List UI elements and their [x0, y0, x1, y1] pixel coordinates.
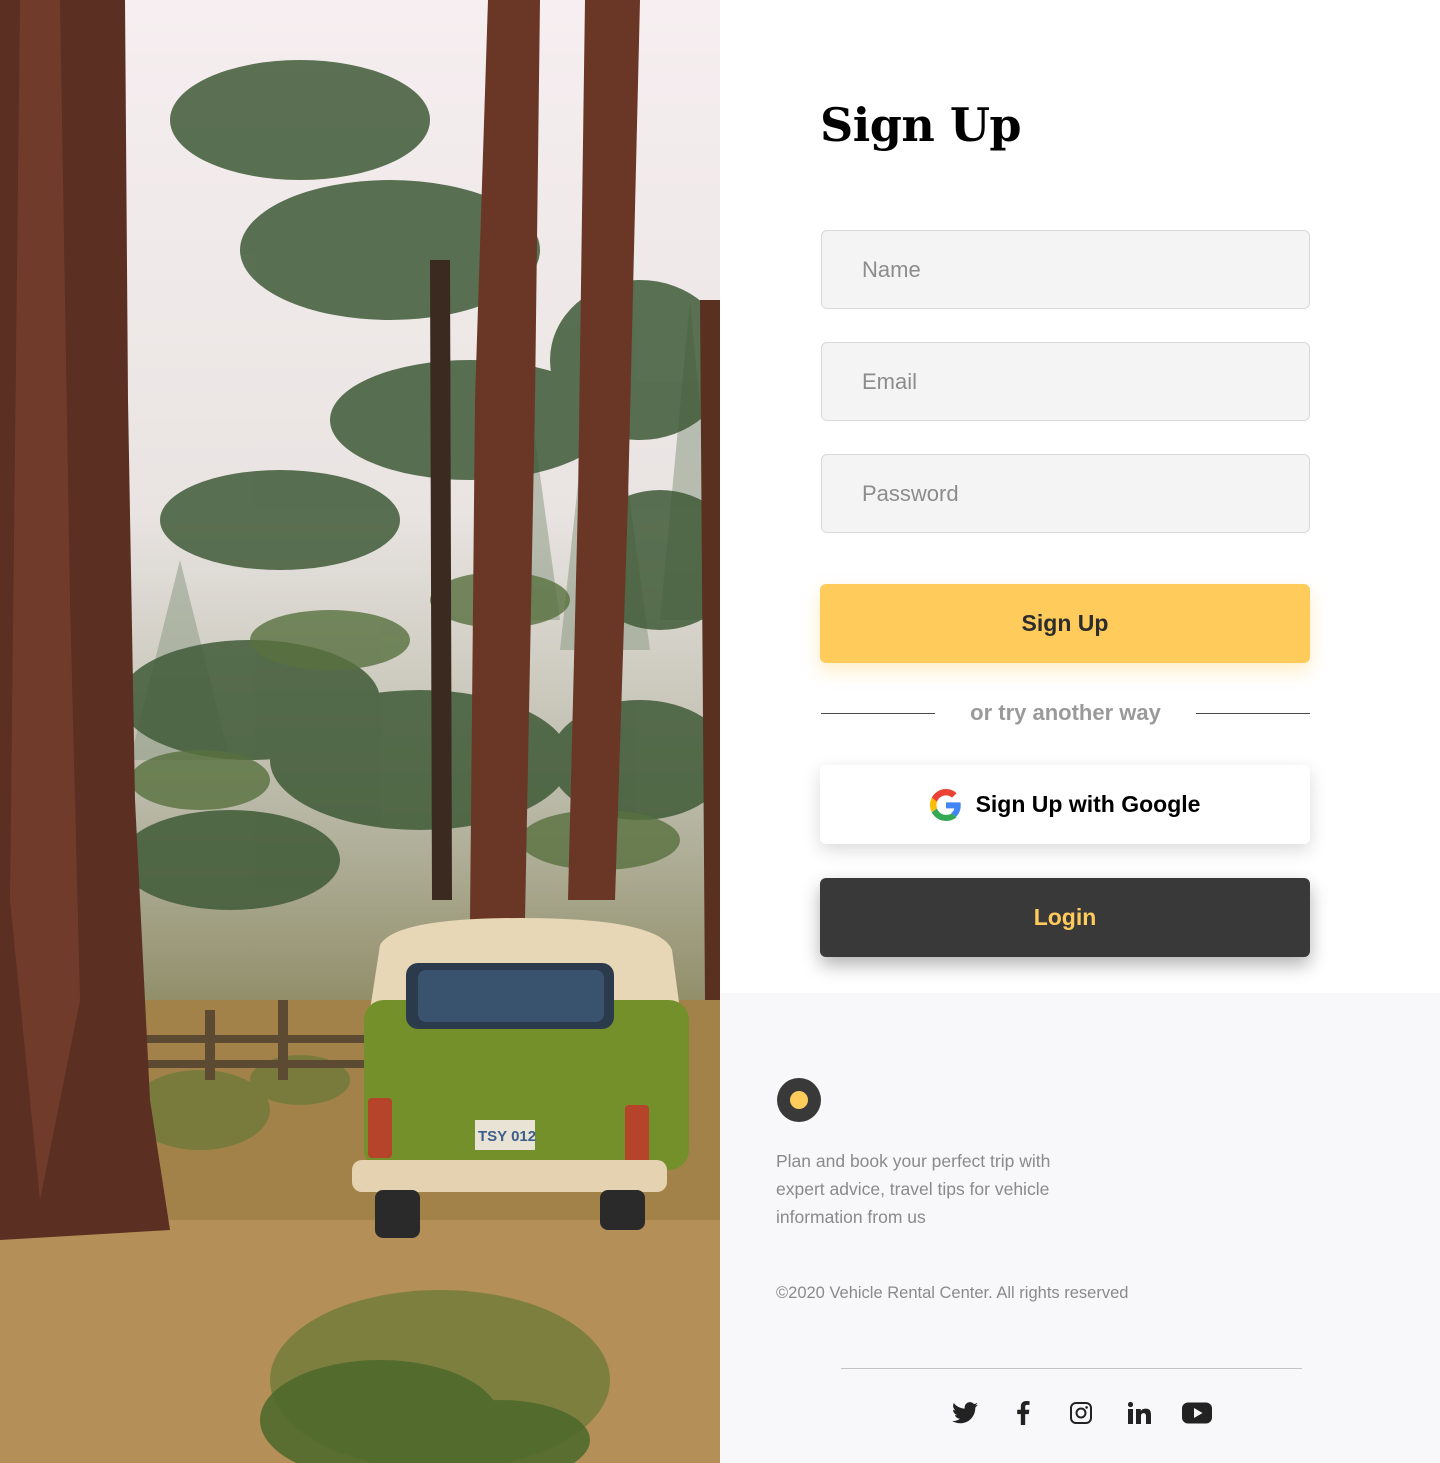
name-input[interactable] [822, 231, 1309, 308]
email-input[interactable] [822, 343, 1309, 420]
copyright-text: ©2020 Vehicle Rental Center. All rights … [776, 1284, 1129, 1302]
name-field-wrapper [821, 230, 1310, 309]
google-signup-button[interactable]: Sign Up with Google [820, 765, 1310, 844]
instagram-icon[interactable] [1065, 1397, 1097, 1429]
forest-van-illustration: TSY 012 [0, 0, 720, 1463]
footer-divider [841, 1368, 1302, 1369]
google-icon [929, 788, 962, 821]
hero-photo: TSY 012 [0, 0, 720, 1463]
youtube-icon[interactable] [1181, 1397, 1213, 1429]
google-button-label: Sign Up with Google [975, 791, 1201, 817]
footer: Plan and book your perfect trip with exp… [720, 993, 1440, 1463]
signup-button[interactable]: Sign Up [820, 584, 1310, 663]
footer-tagline: Plan and book your perfect trip with exp… [776, 1151, 1051, 1227]
password-field-wrapper [821, 454, 1310, 533]
social-links [720, 1397, 1440, 1429]
facebook-icon[interactable] [1007, 1397, 1039, 1429]
page-title: Sign Up [820, 98, 1022, 152]
password-input[interactable] [822, 455, 1309, 532]
twitter-icon[interactable] [949, 1397, 981, 1429]
license-plate: TSY 012 [478, 1128, 536, 1145]
brand-logo-icon[interactable] [777, 1078, 821, 1122]
signup-panel: Sign Up Sign Up or try another way Sign … [720, 0, 1440, 993]
linkedin-icon[interactable] [1123, 1397, 1155, 1429]
signup-button-label: Sign Up [1021, 610, 1109, 636]
divider: or try another way [821, 698, 1310, 730]
login-button[interactable]: Login [820, 878, 1310, 957]
divider-line-right [1196, 713, 1310, 714]
login-button-label: Login [1033, 904, 1097, 930]
email-field-wrapper [821, 342, 1310, 421]
